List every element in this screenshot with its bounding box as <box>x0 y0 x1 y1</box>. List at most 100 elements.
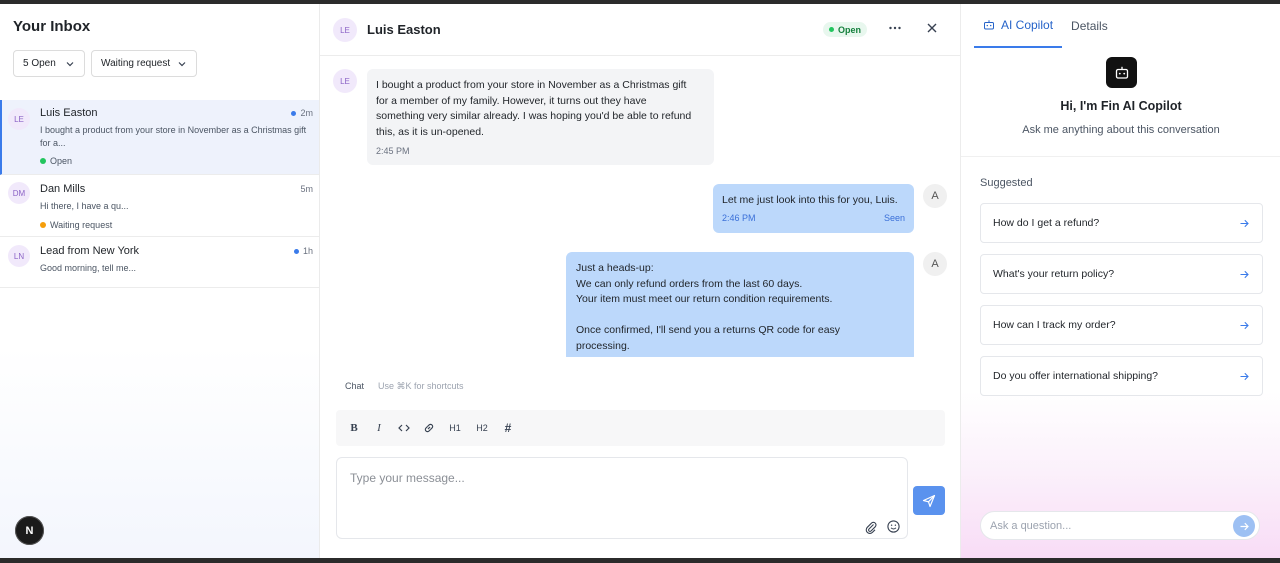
composer: Chat Use ⌘K for shortcuts B I H1 H2 # <box>320 357 960 558</box>
conversation-preview: I bought a product from your store in No… <box>40 125 307 148</box>
chevron-down-icon <box>178 61 186 66</box>
message-meta: 2:46 PM Seen <box>722 211 905 227</box>
unread-dot <box>293 248 299 254</box>
conversation-item[interactable]: LN Lead from New York 1h Good morning, t… <box>0 237 319 288</box>
code-button[interactable] <box>396 420 412 436</box>
arrow-right-icon <box>1240 270 1249 278</box>
conversation-status-label: Open <box>50 156 73 166</box>
status-badge: Open <box>823 22 868 37</box>
copilot-subtitle: Ask me anything about this conversation <box>1022 124 1220 136</box>
copilot-logo <box>1106 57 1137 88</box>
chat-header: LE Luis Easton Open <box>320 4 960 56</box>
message-time: 2:45 PM <box>376 146 410 156</box>
composer-tabs: Chat Use ⌘K for shortcuts <box>345 381 464 392</box>
ask-question-input[interactable] <box>981 512 1259 539</box>
avatar: LE <box>8 108 30 130</box>
app-badge[interactable]: N <box>15 516 44 545</box>
inbox-title: Your Inbox <box>13 18 91 35</box>
formatting-toolbar: B I H1 H2 # <box>336 410 945 446</box>
paperclip-icon[interactable] <box>864 520 878 534</box>
suggestion-label: What's your return policy? <box>993 268 1115 280</box>
emoji-icon[interactable] <box>887 520 900 533</box>
conversation-time-label: 2m <box>300 108 313 118</box>
more-options-icon[interactable] <box>887 20 903 36</box>
suggestion-button[interactable]: Do you offer international shipping? <box>980 356 1263 396</box>
customer-message: I bought a product from your store in No… <box>367 69 714 165</box>
message-line: for a member of my family. However, it t… <box>376 94 647 107</box>
customer-avatar: LE <box>333 69 357 93</box>
conversation-name: Luis Easton <box>40 107 98 119</box>
shortcut-hint: Use ⌘K for shortcuts <box>378 381 464 391</box>
tab-details-label: Details <box>1071 19 1108 33</box>
conversation-status: Open <box>40 156 72 166</box>
link-icon <box>424 423 434 433</box>
copilot-tabs: AI Copilot Details <box>974 4 1117 48</box>
conversation-item[interactable]: DM Dan Mills 5m Hi there, I have a qu...… <box>0 175 319 237</box>
agent-avatar: A <box>923 252 947 276</box>
message-line: processing. <box>576 339 630 352</box>
conversation-time: 5m <box>300 184 313 194</box>
agent-message: Just a heads-up: We can only refund orde… <box>566 252 914 357</box>
suggestion-label: Do you offer international shipping? <box>993 370 1159 382</box>
divider <box>961 156 1280 157</box>
message-time: 2:46 PM <box>722 212 756 223</box>
robot-icon <box>1115 66 1128 79</box>
close-icon[interactable] <box>924 20 940 36</box>
tab-details[interactable]: Details <box>1062 4 1117 48</box>
conversation-time: 1h <box>293 246 313 256</box>
sort-filter-dropdown[interactable]: Waiting request <box>91 50 197 77</box>
heading2-button[interactable]: H2 <box>473 420 491 436</box>
send-icon <box>922 494 936 507</box>
tab-ai-copilot-label: AI Copilot <box>1001 18 1054 32</box>
conversation-status-label: Waiting request <box>50 220 113 230</box>
ask-send-button[interactable] <box>1233 515 1255 537</box>
message-list[interactable]: LE I bought a product from your store in… <box>320 57 960 357</box>
suggested-heading: Suggested <box>980 177 1033 189</box>
ask-question-box <box>980 511 1260 540</box>
status-dot <box>40 158 46 164</box>
tab-ai-copilot[interactable]: AI Copilot <box>974 4 1063 48</box>
status-dot <box>40 222 46 228</box>
contact-avatar: LE <box>333 18 357 42</box>
link-button[interactable] <box>421 420 437 436</box>
status-filter-dropdown[interactable]: 5 Open <box>13 50 85 77</box>
hashtag-button[interactable]: # <box>500 420 516 436</box>
inbox-panel: Your Inbox 5 Open Waiting request LE Lui… <box>0 4 320 558</box>
message-line: Your item must meet our return condition… <box>576 293 833 305</box>
avatar: DM <box>8 182 30 204</box>
arrow-right-icon <box>1240 321 1249 329</box>
agent-avatar: A <box>923 184 947 208</box>
conversation-name: Dan Mills <box>40 183 86 195</box>
copilot-greeting: Hi, I'm Fin AI Copilot <box>1060 99 1182 113</box>
status-filter-label: 5 Open <box>23 58 56 69</box>
send-button[interactable] <box>913 486 945 515</box>
message-line: something very similar already. I was ho… <box>376 110 692 122</box>
tab-chat[interactable]: Chat <box>345 381 364 392</box>
agent-message: Let me just look into this for you, Luis… <box>713 184 914 233</box>
heading1-button[interactable]: H1 <box>446 420 464 436</box>
sort-filter-label: Waiting request <box>101 58 171 69</box>
message-input[interactable] <box>337 458 907 538</box>
message-line <box>576 308 904 324</box>
bold-button[interactable]: B <box>346 420 362 436</box>
suggestion-label: How can I track my order? <box>993 319 1116 331</box>
unread-dot <box>291 110 297 116</box>
message-line: this, as it is un-opened. <box>376 125 484 138</box>
chat-panel: LE Luis Easton Open LE I bought a produc… <box>320 4 960 558</box>
code-icon <box>398 424 410 432</box>
copilot-panel: AI Copilot Details Hi, I'm Fin AI Copilo… <box>960 4 1280 558</box>
message-line: We can only refund orders from the last … <box>576 277 803 290</box>
seen-indicator: Seen <box>883 212 905 223</box>
suggestion-button[interactable]: How can I track my order? <box>980 305 1263 345</box>
suggestion-button[interactable]: What's your return policy? <box>980 254 1263 294</box>
arrow-right-icon <box>1240 522 1249 530</box>
contact-name: Luis Easton <box>367 22 441 37</box>
message-line: Once confirmed, I'll send you a returns … <box>576 324 841 336</box>
chevron-down-icon <box>66 61 74 66</box>
conversation-item[interactable]: LE Luis Easton 2m I bought a product fro… <box>0 100 319 175</box>
conversation-time: 2m <box>291 108 313 118</box>
italic-button[interactable]: I <box>371 420 387 436</box>
conversation-time-label: 1h <box>302 246 313 256</box>
suggestion-button[interactable]: How do I get a refund? <box>980 203 1263 243</box>
status-dot <box>829 27 834 32</box>
